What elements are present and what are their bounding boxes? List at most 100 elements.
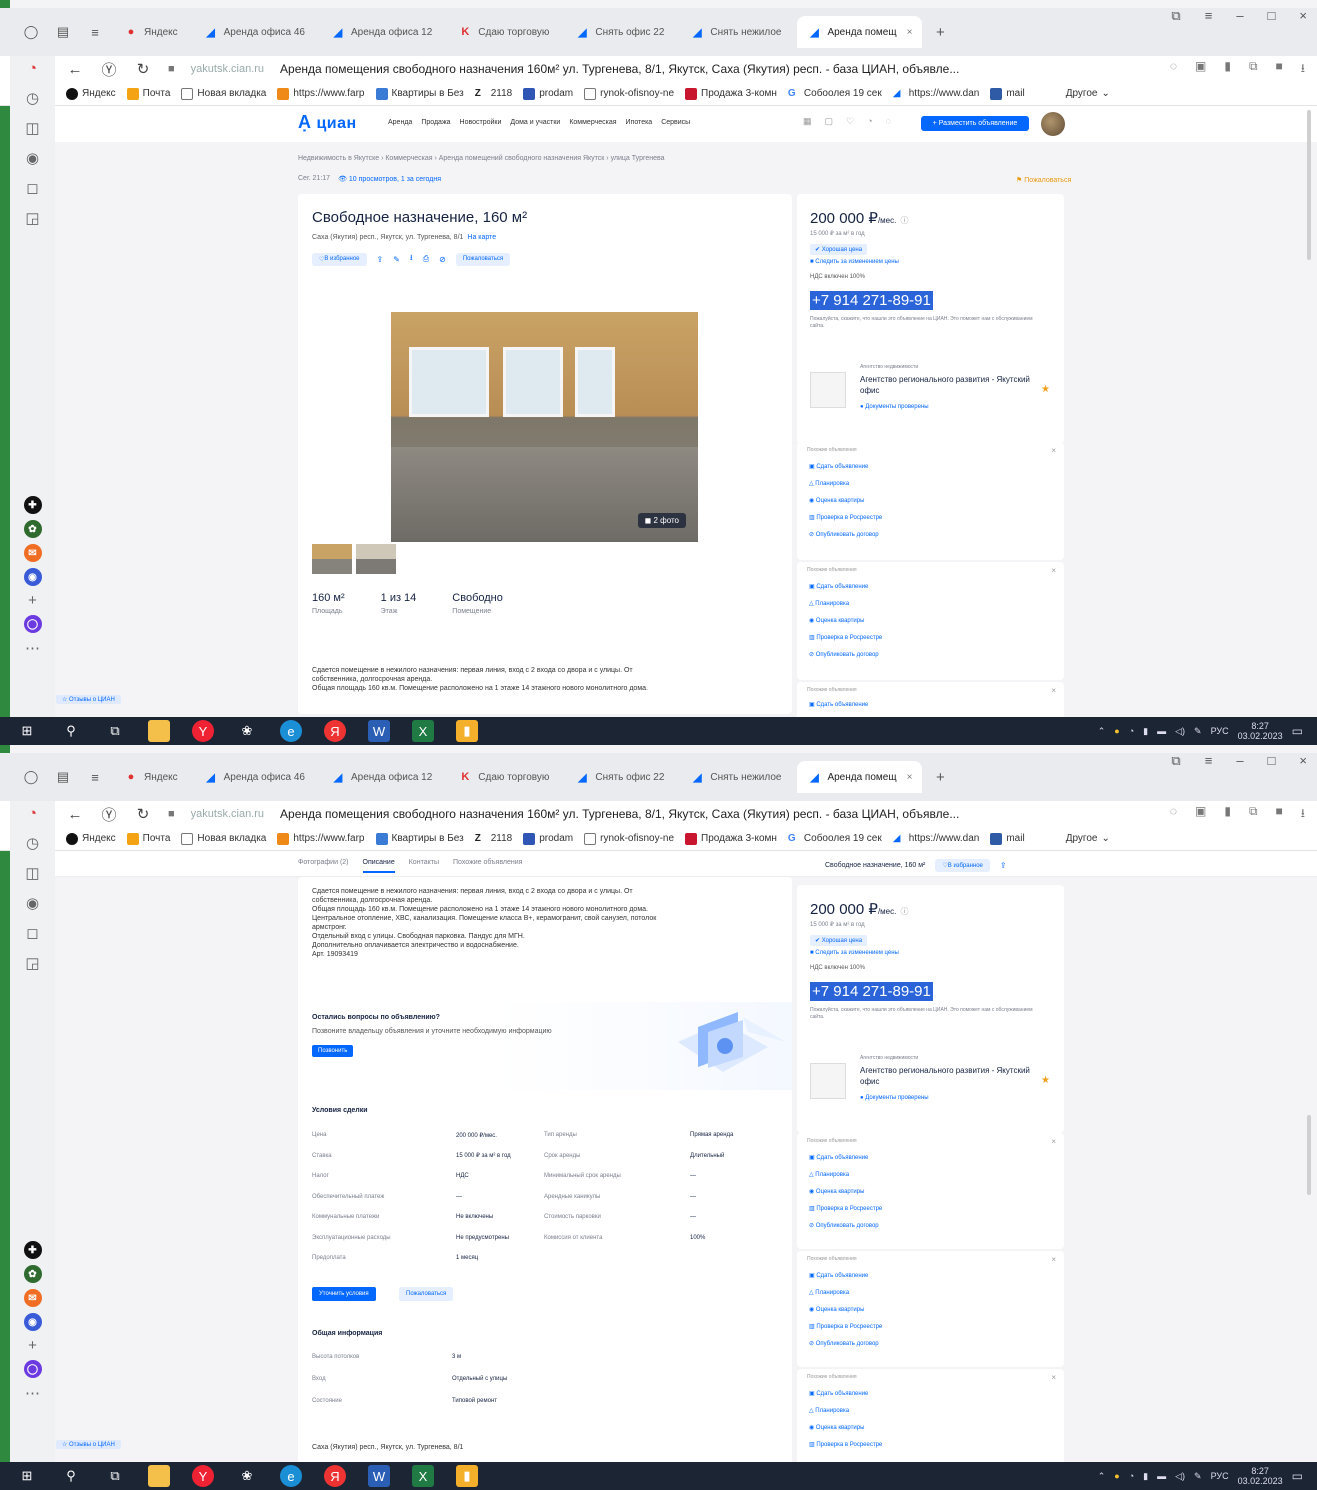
similar-row[interactable]: ▥ Проверка в Росреестре (809, 1205, 882, 1212)
close-icon[interactable]: × (1051, 446, 1056, 455)
screenshot-icon[interactable]: ◲ (25, 954, 39, 972)
tab-office-3[interactable]: ◢ Снять офис 22 (565, 16, 674, 48)
photo-counter[interactable]: ◼ 2 фото (637, 513, 686, 528)
profile-icon[interactable]: ◯ (18, 19, 44, 45)
reader-icon[interactable]: ◌ (1170, 59, 1177, 80)
alice-icon[interactable]: ◯ (23, 1360, 42, 1378)
follow-price-link[interactable]: ■ Следить за изменением цены (810, 950, 899, 956)
yandex-icon[interactable]: Я (324, 720, 346, 742)
volume-icon[interactable]: ◁) (1175, 1471, 1185, 1482)
tray-icon[interactable]: ◔ (1129, 1471, 1134, 1481)
bookmark-item[interactable]: ◢ https://www.dan (893, 833, 980, 845)
similar-row[interactable]: △ Планировка (809, 1407, 849, 1414)
print-icon[interactable]: ⎙ (423, 254, 429, 264)
search-icon[interactable]: ⚲ (60, 1465, 82, 1487)
bookmark-item[interactable]: Яндекс (66, 832, 116, 845)
nav-item[interactable]: Ипотека (626, 119, 653, 126)
clarify-terms-button[interactable]: Уточнить условия (312, 1287, 376, 1301)
phone-number[interactable]: +7 914 271-89-91 (810, 291, 933, 310)
app-icon[interactable]: ✚ (23, 1241, 42, 1259)
similar-row[interactable]: ⊘ Опубликовать договор (809, 1222, 879, 1229)
url-page-title[interactable]: Аренда помещения свободного назначения 1… (280, 807, 1070, 821)
agent-block[interactable]: Агентство недвижимости Агентство региона… (810, 1055, 1050, 1115)
tab-trade[interactable]: K Сдаю торговую (448, 761, 559, 793)
tab-description[interactable]: Описание (362, 859, 395, 873)
bookmark-item[interactable]: Яндекс (66, 87, 116, 100)
bookmark-item[interactable]: G Собоолея 19 сек (788, 833, 882, 845)
yandex-browser-icon[interactable]: Ⓨ (100, 59, 118, 80)
bookmark-more[interactable]: Другое ⌄ (1066, 88, 1110, 99)
agent-block[interactable]: Агентство недвижимости Агентство региона… (810, 364, 1050, 424)
bookmark-icon[interactable]: ▮ (1224, 804, 1231, 825)
notes-icon[interactable]: ◻ (26, 179, 38, 197)
bookmark-item[interactable]: prodam (523, 87, 573, 100)
tray-icon[interactable]: ● (1114, 726, 1119, 736)
similar-row[interactable]: ▣ Сдать объявление (809, 1154, 868, 1161)
tabs-menu-icon[interactable]: ▤ (50, 764, 76, 790)
main-photo[interactable]: ◼ 2 фото (391, 312, 698, 542)
call-button[interactable]: Позвонить (312, 1045, 354, 1057)
chevron-up-icon[interactable]: ⌃ (1098, 1471, 1106, 1482)
add-app-icon[interactable]: + (28, 592, 37, 609)
history-icon[interactable]: ◷ (26, 89, 39, 107)
bookmark-item[interactable]: rynok-ofisnoy-ne (584, 832, 674, 845)
breadcrumb[interactable]: Недвижимость в Якутске › Коммерческая › … (298, 155, 665, 162)
collections-icon[interactable]: ◫ (25, 119, 39, 137)
task-view-icon[interactable]: ⧉ (104, 1465, 126, 1487)
download-icon[interactable]: ⭳ (1301, 804, 1305, 825)
map-link[interactable]: На карте (467, 234, 496, 241)
similar-row[interactable]: ◉ Оценка квартиры (809, 1188, 864, 1195)
nav-item[interactable]: Дома и участки (510, 119, 560, 126)
media-icon[interactable]: ◉ (26, 894, 39, 912)
close-window-icon[interactable]: × (1299, 753, 1307, 769)
bookmark-more[interactable]: Другое ⌄ (1066, 833, 1110, 844)
pen-icon[interactable]: ✎ (1194, 726, 1202, 737)
bookmark-item[interactable]: Продажа 3-комн (685, 832, 777, 845)
excel-icon[interactable]: X (412, 1465, 434, 1487)
views-link[interactable]: 👁 10 просмотров, 1 за сегодня (338, 175, 441, 183)
new-tab-icon[interactable]: + (928, 765, 952, 789)
tab-office-1[interactable]: ◢ Аренда офиса 46 (194, 16, 315, 48)
yandex-browser-icon[interactable]: Y (192, 1465, 214, 1487)
close-icon[interactable]: × (1051, 686, 1056, 695)
tab-office-2[interactable]: ◢ Аренда офиса 12 (321, 761, 442, 793)
bookmark-window-icon[interactable]: ⧉ (1171, 8, 1180, 24)
tab-office-1[interactable]: ◢ Аренда офиса 46 (194, 761, 315, 793)
similar-row[interactable]: ◉ Оценка квартиры (809, 497, 864, 504)
bookmark-icon[interactable]: ▮ (1224, 59, 1231, 80)
similar-row[interactable]: ⊘ Опубликовать договор (809, 531, 879, 538)
tab-nonres[interactable]: ◢ Снять нежилое (680, 16, 791, 48)
tab-similar[interactable]: Похожие объявления (453, 859, 522, 873)
similar-row[interactable]: ▥ Проверка в Росреестре (809, 1441, 882, 1448)
notifications-icon[interactable]: ◔ (28, 60, 37, 77)
similar-row[interactable]: △ Планировка (809, 1289, 849, 1296)
collapse-icon[interactable]: ≡ (82, 19, 108, 45)
similar-row[interactable]: ▥ Проверка в Росреестре (809, 1323, 882, 1330)
reviews-chip[interactable]: ☆ Отзывы о ЦИАН (56, 1440, 121, 1449)
tab-yandex[interactable]: ● Яндекс (114, 761, 188, 793)
similar-row[interactable]: ⊘ Опубликовать договор (809, 651, 879, 658)
more-icon[interactable]: ⋯ (25, 1384, 40, 1402)
similar-row[interactable]: ⊘ Опубликовать договор (809, 1340, 879, 1347)
agent-name[interactable]: Агентство регионального развития - Якутс… (860, 374, 1040, 396)
close-icon[interactable]: × (1051, 1255, 1056, 1264)
thumbnail[interactable] (312, 544, 352, 574)
close-icon[interactable]: × (1051, 566, 1056, 575)
app-icon[interactable]: ◉ (23, 568, 42, 586)
compare-icon[interactable]: ▦ (803, 116, 812, 127)
similar-row[interactable]: ◉ Оценка квартиры (809, 617, 864, 624)
tab-yandex[interactable]: ● Яндекс (114, 16, 188, 48)
similar-row[interactable]: △ Планировка (809, 600, 849, 607)
app-icon[interactable]: ✿ (23, 520, 42, 538)
collections-icon[interactable]: ◫ (25, 864, 39, 882)
bookmark-item[interactable]: Почта (126, 87, 170, 100)
close-icon[interactable]: × (1051, 1137, 1056, 1146)
start-icon[interactable]: ⊞ (16, 1465, 38, 1487)
bookmark-item[interactable]: https://www.farp (277, 87, 365, 100)
reviews-chip[interactable]: ☆ Отзывы о ЦИАН (56, 695, 121, 704)
app-icon[interactable]: ❀ (236, 1465, 258, 1487)
tab-trade[interactable]: K Сдаю торговую (448, 16, 559, 48)
saved-search-icon[interactable]: ◌ (886, 116, 891, 127)
pen-icon[interactable]: ✎ (1194, 1471, 1202, 1482)
app-icon[interactable]: ✉ (23, 544, 42, 562)
